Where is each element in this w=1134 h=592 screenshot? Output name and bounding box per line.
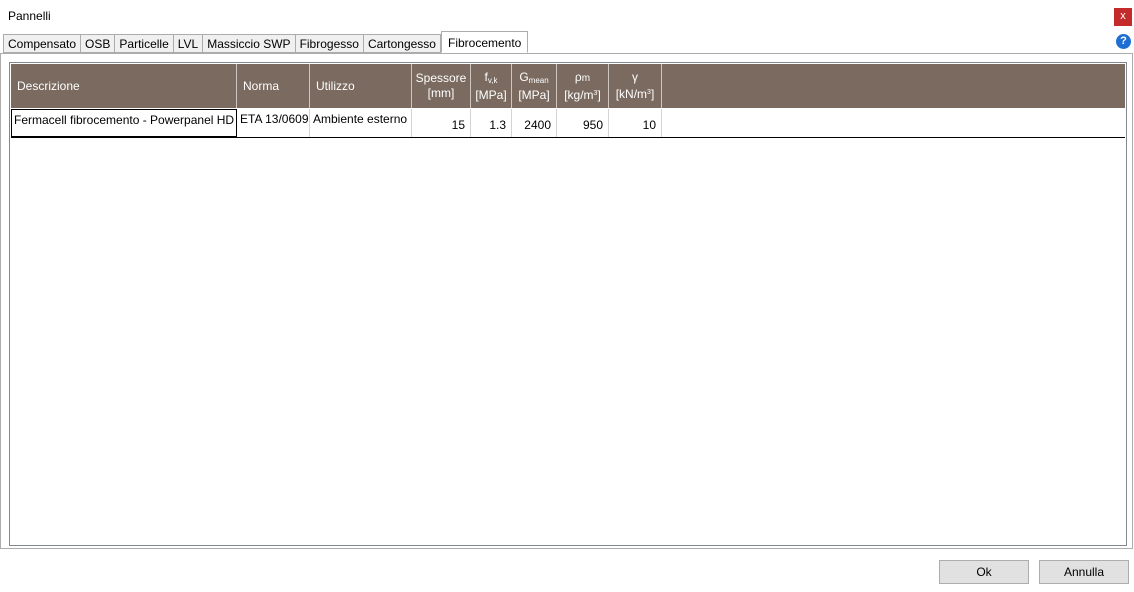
column-header-utilizzo[interactable]: Utilizzo bbox=[310, 64, 412, 108]
row-filler bbox=[662, 109, 1125, 137]
fvk-header-label: fv,k bbox=[485, 70, 498, 88]
tab-panel: Descrizione Norma Utilizzo Spessore [mm]… bbox=[0, 53, 1133, 549]
table-header-row: Descrizione Norma Utilizzo Spessore [mm]… bbox=[11, 64, 1125, 108]
column-header-fvk[interactable]: fv,k [MPa] bbox=[471, 64, 512, 108]
gamma-unit-close: ] bbox=[650, 87, 655, 101]
tab-lvl[interactable]: LVL bbox=[172, 34, 203, 53]
cell-rho[interactable]: 950 bbox=[557, 109, 609, 137]
gamma-header-unit: [kN/m3] bbox=[616, 85, 655, 102]
cell-fvk[interactable]: 1.3 bbox=[471, 109, 512, 137]
gmean-header-label: Gmean bbox=[519, 70, 548, 88]
cell-descrizione[interactable]: Fermacell fibrocemento - Powerpanel HD bbox=[11, 109, 237, 137]
header-filler bbox=[662, 64, 1125, 108]
tab-strip: Compensato OSB Particelle LVL Massiccio … bbox=[3, 31, 529, 54]
tab-osb[interactable]: OSB bbox=[80, 34, 115, 53]
fvk-header-unit: [MPa] bbox=[475, 87, 507, 102]
gmean-header-unit: [MPa] bbox=[518, 87, 550, 102]
cancel-button[interactable]: Annulla bbox=[1039, 560, 1129, 584]
spessore-header-unit: [mm] bbox=[427, 86, 455, 100]
cell-utilizzo[interactable]: Ambiente esterno bbox=[310, 109, 412, 137]
cell-norma[interactable]: ETA 13/0609 bbox=[237, 109, 310, 137]
cell-spessore[interactable]: 15 bbox=[412, 109, 471, 137]
ok-button[interactable]: Ok bbox=[939, 560, 1029, 584]
column-header-rho[interactable]: ρm [kg/m3] bbox=[557, 64, 609, 108]
tab-particelle[interactable]: Particelle bbox=[114, 34, 173, 53]
rho-unit-close: ] bbox=[597, 87, 601, 102]
tab-fibrogesso[interactable]: Fibrogesso bbox=[294, 34, 363, 53]
column-header-gmean[interactable]: Gmean [MPa] bbox=[512, 64, 557, 108]
fvk-subscript: v,k bbox=[487, 75, 498, 85]
spessore-header-label: Spessore bbox=[415, 71, 467, 85]
window-title: Pannelli bbox=[8, 9, 51, 23]
rho-header-unit: [kg/m3] bbox=[564, 86, 601, 103]
table-row[interactable]: Fermacell fibrocemento - Powerpanel HD E… bbox=[11, 109, 1125, 138]
tab-cartongesso[interactable]: Cartongesso bbox=[362, 34, 441, 53]
title-bar: Pannelli x bbox=[0, 0, 1134, 32]
tab-compensato[interactable]: Compensato bbox=[3, 34, 81, 53]
cell-gamma[interactable]: 10 bbox=[609, 109, 662, 137]
column-header-descrizione[interactable]: Descrizione bbox=[11, 64, 237, 108]
help-icon[interactable]: ? bbox=[1116, 34, 1131, 49]
tab-massiccio-swp[interactable]: Massiccio SWP bbox=[202, 34, 295, 53]
column-header-gamma[interactable]: γ [kN/m3] bbox=[609, 64, 662, 108]
column-header-spessore[interactable]: Spessore [mm] bbox=[412, 64, 471, 108]
close-button[interactable]: x bbox=[1114, 8, 1132, 26]
rho-unit-text: [kg/m bbox=[564, 87, 594, 102]
gamma-unit-text: [kN/m bbox=[615, 87, 648, 101]
gamma-header-label: γ bbox=[632, 70, 638, 84]
gmean-symbol: G bbox=[519, 69, 529, 84]
tab-fibrocemento[interactable]: Fibrocemento bbox=[440, 31, 529, 53]
cell-gmean[interactable]: 2400 bbox=[512, 109, 557, 137]
rho-header-label: ρm bbox=[575, 70, 590, 86]
column-header-norma[interactable]: Norma bbox=[237, 64, 310, 108]
panels-table[interactable]: Descrizione Norma Utilizzo Spessore [mm]… bbox=[9, 62, 1127, 546]
rho-symbol: ρ bbox=[574, 69, 582, 84]
rho-subscript: m bbox=[581, 72, 591, 84]
gmean-subscript: mean bbox=[528, 75, 549, 85]
